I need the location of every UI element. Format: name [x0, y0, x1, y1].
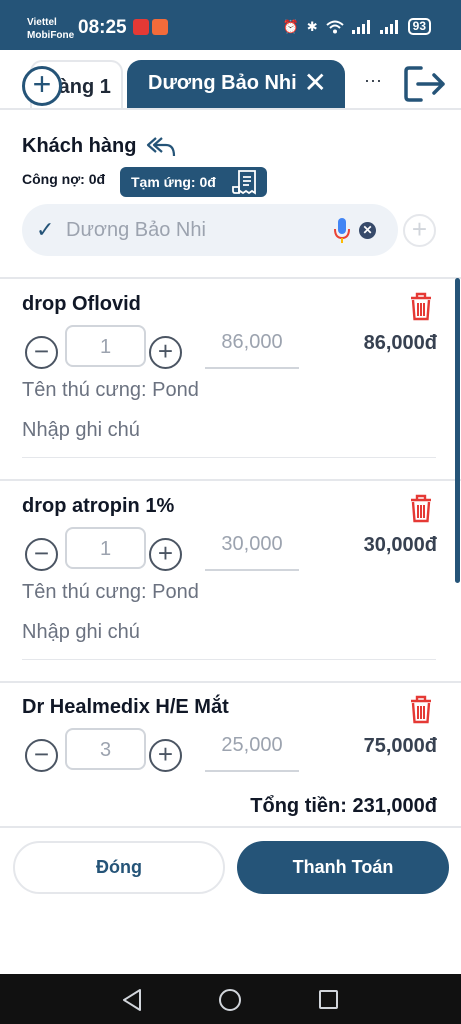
tab-active-customer[interactable]: Dương Bảo Nhi ✕	[127, 60, 345, 108]
reply-all-icon[interactable]	[146, 134, 176, 160]
trash-icon[interactable]	[408, 291, 434, 321]
decrease-quantity-button[interactable]: −	[25, 336, 58, 369]
pet-name-label: Tên thú cưng: Pond	[22, 581, 199, 603]
unit-price-input[interactable]: 86,000	[205, 331, 299, 369]
section-divider	[0, 277, 461, 279]
trash-icon[interactable]	[408, 694, 434, 724]
notification-icon	[133, 19, 149, 35]
shopee-icon	[152, 19, 168, 35]
increase-quantity-button[interactable]: +	[149, 538, 182, 571]
item-divider	[0, 479, 461, 481]
tab-bar: Đơn hàng 1 + Dương Bảo Nhi ✕ ···	[0, 50, 461, 110]
debt-label: Công nợ: 0đ	[22, 171, 106, 187]
line-total: 30,000đ	[363, 534, 437, 556]
item-name: Dr Healmedix H/E Mắt	[22, 696, 229, 718]
carrier-name: Viettel MobiFone	[27, 17, 75, 41]
microphone-icon[interactable]	[332, 217, 352, 245]
item-name: drop atropin 1%	[22, 495, 175, 517]
add-tab-button[interactable]: +	[22, 66, 62, 106]
status-bar: Viettel MobiFone 08:25 ⏰ ✱ 93	[0, 0, 461, 50]
decrease-quantity-button[interactable]: −	[25, 538, 58, 571]
advance-label: Tạm ứng: 0đ	[131, 174, 216, 190]
order-item: Dr Healmedix H/E Mắt − 3 + 25,000 75,000…	[0, 694, 450, 796]
quantity-input[interactable]: 1	[65, 325, 146, 367]
close-button[interactable]: Đóng	[13, 841, 225, 894]
scrollbar[interactable]	[455, 278, 460, 583]
order-item: drop Oflovid − 1 + 86,000 86,000đ Tên th…	[0, 291, 450, 473]
close-icon[interactable]: ✕	[304, 69, 327, 97]
grand-total: Tổng tiền: 231,000đ	[250, 795, 437, 817]
order-item: drop atropin 1% − 1 + 30,000 30,000đ Tên…	[0, 493, 450, 675]
advance-badge[interactable]: Tạm ứng: 0đ	[120, 167, 267, 197]
receipt-icon	[232, 170, 256, 195]
signal-icon	[351, 19, 370, 34]
pay-button[interactable]: Thanh Toán	[237, 841, 449, 894]
back-icon[interactable]	[121, 988, 143, 1012]
note-underline	[22, 659, 436, 660]
unit-price-input[interactable]: 30,000	[205, 533, 299, 571]
increase-quantity-button[interactable]: +	[149, 336, 182, 369]
recent-apps-icon[interactable]	[319, 990, 338, 1009]
line-total: 86,000đ	[363, 332, 437, 354]
item-divider	[0, 681, 461, 683]
pet-name-label: Tên thú cưng: Pond	[22, 379, 199, 401]
battery-icon: 93	[407, 18, 431, 35]
wifi-icon	[325, 20, 344, 33]
alarm-icon: ⏰	[282, 18, 299, 34]
trash-icon[interactable]	[408, 493, 434, 523]
clear-icon[interactable]: ✕	[359, 222, 376, 239]
increase-quantity-button[interactable]: +	[149, 739, 182, 772]
navigation-bar	[0, 974, 461, 1024]
note-input[interactable]: Nhập ghi chú	[22, 621, 140, 644]
customer-title: Khách hàng	[22, 135, 137, 157]
footer-divider	[0, 826, 461, 828]
decrease-quantity-button[interactable]: −	[25, 739, 58, 772]
item-name: drop Oflovid	[22, 293, 141, 315]
signal-icon-2	[379, 19, 398, 34]
line-total: 75,000đ	[363, 735, 437, 757]
home-icon[interactable]	[219, 989, 241, 1011]
logout-icon[interactable]	[403, 64, 447, 104]
note-input[interactable]: Nhập ghi chú	[22, 419, 140, 442]
note-underline	[22, 457, 436, 458]
more-tabs-button[interactable]: ···	[364, 70, 382, 91]
quantity-input[interactable]: 1	[65, 527, 146, 569]
customer-name-input[interactable]	[66, 212, 316, 248]
quantity-input[interactable]: 3	[65, 728, 146, 770]
bluetooth-icon: ✱	[306, 18, 318, 34]
system-icons: ⏰ ✱ 93	[283, 18, 431, 35]
check-icon: ✓	[36, 217, 55, 242]
status-time: 08:25	[78, 17, 127, 38]
tab-active-label: Dương Bảo Nhi	[148, 72, 297, 94]
unit-price-input[interactable]: 25,000	[205, 734, 299, 772]
add-customer-button[interactable]: +	[403, 214, 436, 247]
customer-search: ✓ ✕	[22, 204, 398, 256]
